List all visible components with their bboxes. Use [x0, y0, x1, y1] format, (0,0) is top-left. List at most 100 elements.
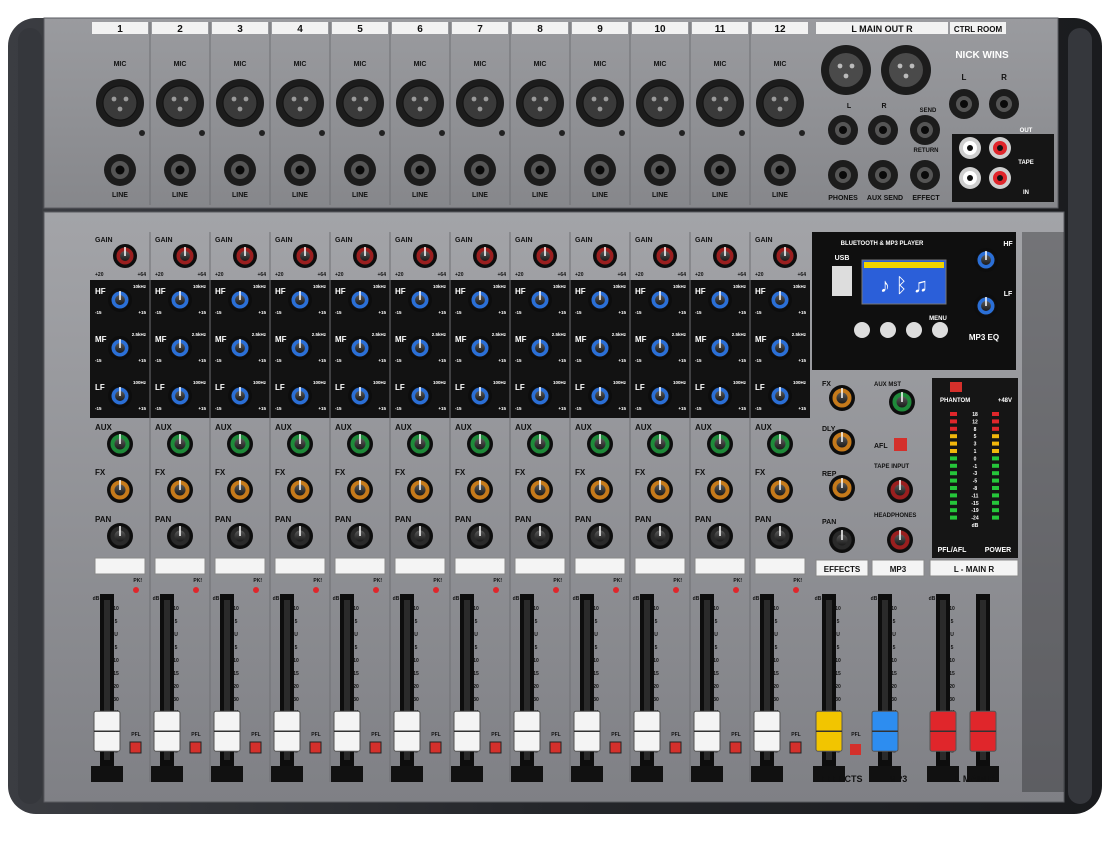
aux-label: AUX — [455, 423, 473, 432]
scribble-strip — [334, 557, 386, 575]
fader-scale-mark: U — [836, 632, 840, 638]
eq-range: -15 — [755, 406, 762, 411]
pfl-button-9[interactable] — [609, 741, 622, 754]
eq-range: +15 — [138, 310, 146, 315]
pan-label: PAN — [515, 515, 532, 524]
xlr-socket — [702, 85, 738, 121]
gain-range: +64 — [558, 272, 567, 278]
player-button[interactable] — [932, 322, 948, 338]
eq-freq-label: 2.5kHz — [792, 332, 807, 337]
gain-range: +64 — [498, 272, 507, 278]
peak-led-9 — [613, 587, 619, 593]
channel-number: 1 — [117, 24, 123, 35]
pfl-button-5[interactable] — [369, 741, 382, 754]
player-button[interactable] — [906, 322, 922, 338]
fader-scale-mark: U — [534, 632, 538, 638]
pfl-button-8[interactable] — [549, 741, 562, 754]
meter-led-l — [950, 471, 957, 476]
gain-label: GAIN — [755, 237, 773, 244]
fader-scale-mark: U — [234, 632, 238, 638]
xlr-pin — [783, 96, 789, 102]
screw — [739, 130, 745, 136]
fader-scale-mark: 20 — [473, 684, 479, 690]
peak-label: PK! — [193, 578, 202, 584]
pfl-button-12[interactable] — [789, 741, 802, 754]
fader-scale-mark: 15 — [473, 671, 479, 677]
eq-freq-label: 2.5kHz — [252, 332, 267, 337]
eq-freq-label: 10kHz — [133, 284, 147, 289]
pfl-button-10[interactable] — [669, 741, 682, 754]
eq-range: -15 — [395, 406, 402, 411]
pfl-button-11[interactable] — [729, 741, 742, 754]
xlr-pin — [897, 63, 903, 69]
meter-led-r — [992, 500, 999, 505]
fader-scale-mark: 15 — [533, 671, 539, 677]
phantom-button[interactable] — [950, 382, 962, 392]
eq-freq-label: 2.5kHz — [192, 332, 207, 337]
screw — [499, 130, 505, 136]
afl-button[interactable] — [894, 438, 907, 451]
pfl-afl-label: PFL/AFL — [938, 547, 967, 554]
audio-mixer-console: 1 MIC LINE 2 MIC LINE 3 MIC LINE 4 MIC LINE 5 MIC LINE… — [0, 0, 1111, 844]
peak-label: PK! — [253, 578, 262, 584]
player-button[interactable] — [880, 322, 896, 338]
pan-label: PAN — [335, 515, 352, 524]
pfl-button-7[interactable] — [489, 741, 502, 754]
pfl-button-4[interactable] — [309, 741, 322, 754]
lf-label: LF — [155, 383, 165, 392]
line-label: LINE — [412, 192, 428, 199]
screw — [379, 130, 385, 136]
meter-scale-mark: -24 — [971, 516, 978, 522]
fader-scale-mark: 5 — [715, 645, 718, 651]
xlr-pin — [423, 96, 429, 102]
rca-hole — [997, 175, 1003, 181]
pfl-label: PFL — [191, 732, 200, 738]
effects-pfl-button[interactable] — [850, 744, 861, 755]
fader-scale-mark: U — [294, 632, 298, 638]
eq-range: -15 — [275, 310, 282, 315]
power-label: POWER — [985, 547, 1011, 554]
scribble-strip — [634, 557, 686, 575]
xlr-pin — [357, 106, 363, 112]
eq-range: +15 — [798, 310, 806, 315]
eq-freq-label: 100Hz — [133, 380, 147, 385]
eq-range: +15 — [138, 358, 146, 363]
aux-label: AUX — [335, 423, 353, 432]
line-label: LINE — [292, 192, 308, 199]
xlr-face — [889, 53, 923, 87]
player-button[interactable] — [854, 322, 870, 338]
fader-scale-mark: 10 — [473, 606, 479, 612]
eq-freq-label: 10kHz — [193, 284, 207, 289]
mf-label: MF — [335, 335, 347, 344]
xlr-pin — [411, 96, 417, 102]
pfl-button-3[interactable] — [249, 741, 262, 754]
fader-scale-mark: 5 — [655, 619, 658, 625]
eq-freq-label: 2.5kHz — [492, 332, 507, 337]
rca-tape-label: TAPE — [1018, 160, 1034, 166]
gain-label: GAIN — [575, 237, 593, 244]
xlr-pin — [663, 96, 669, 102]
fader-scale-mark: 20 — [233, 684, 239, 690]
xlr-pin — [537, 106, 543, 112]
usb-port[interactable] — [832, 266, 852, 296]
mic-label: MIC — [354, 61, 367, 68]
fader-scale-mark: 10 — [173, 658, 179, 664]
mf-label: MF — [95, 335, 107, 344]
pan-label: PAN — [635, 515, 652, 524]
fader-scale-mark: 15 — [413, 671, 419, 677]
peak-label: PK! — [493, 578, 502, 584]
fader-scale-mark: U — [714, 632, 718, 638]
xlr-socket — [342, 85, 378, 121]
effects-label: REP — [822, 471, 837, 478]
pan-label: PAN — [215, 515, 232, 524]
line-label: LINE — [172, 192, 188, 199]
fader-scale-mark: 5 — [235, 645, 238, 651]
pfl-button-1[interactable] — [129, 741, 142, 754]
pfl-label: PFL — [431, 732, 440, 738]
eq-freq-label: 2.5kHz — [372, 332, 387, 337]
gain-label: GAIN — [635, 237, 653, 244]
xlr-pin — [651, 96, 657, 102]
eq-freq-label: 2.5kHz — [132, 332, 147, 337]
pfl-button-2[interactable] — [189, 741, 202, 754]
pfl-button-6[interactable] — [429, 741, 442, 754]
